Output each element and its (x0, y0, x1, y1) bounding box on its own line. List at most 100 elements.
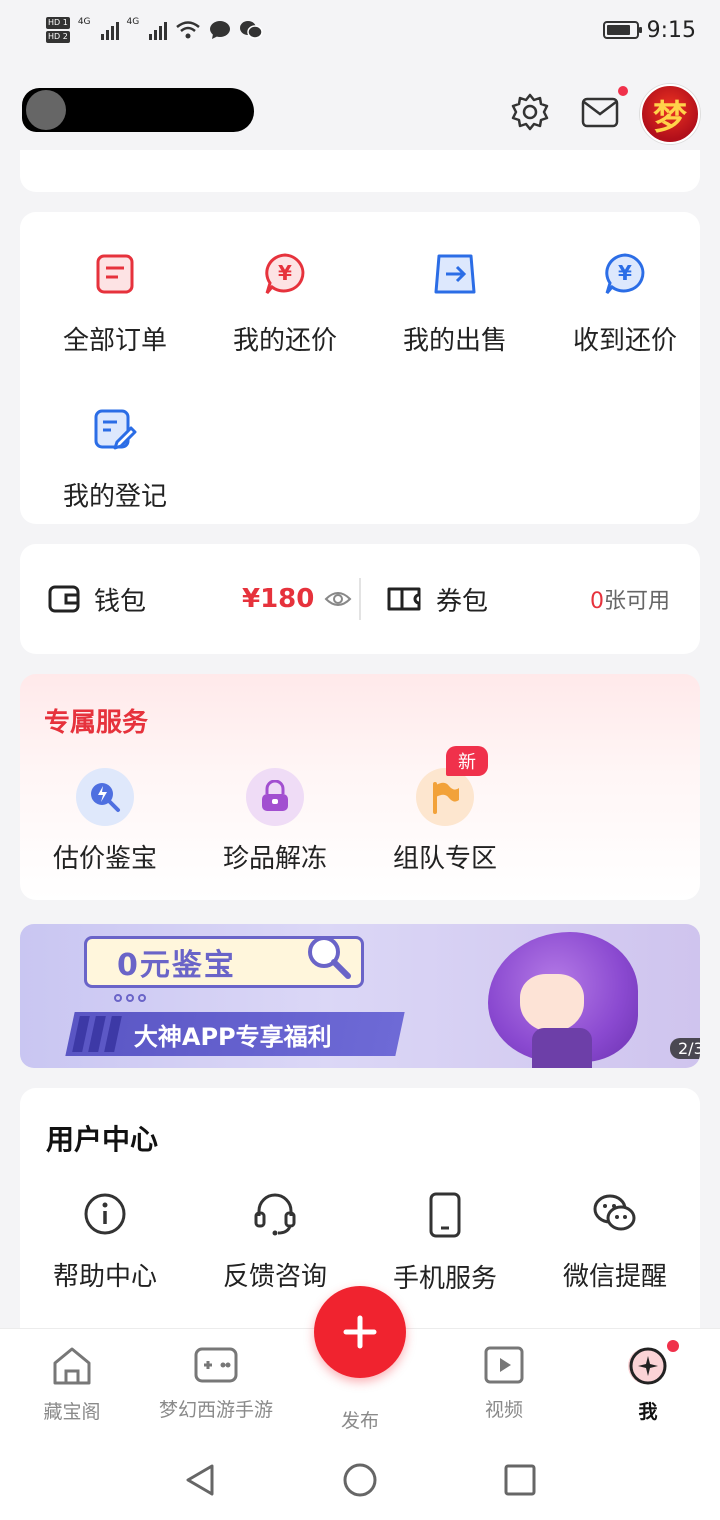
magnifier-icon (308, 936, 351, 979)
appraise-item[interactable]: 估价鉴宝 (20, 768, 190, 875)
sim-indicators: HD 1 HD 2 (46, 17, 70, 43)
tab-me-label: 我 (638, 1401, 658, 1423)
promo-banner[interactable]: 0元鉴宝 大神APP专享福利 2/3 (20, 924, 700, 1068)
sim2-label: HD 2 (46, 31, 70, 43)
gear-icon[interactable] (510, 92, 550, 132)
tab-video[interactable]: 视频 (432, 1345, 576, 1422)
banner-headline: 0元鉴宝 (117, 948, 236, 983)
network-label-2: 4G (126, 17, 140, 27)
game-avatar-glyph: 梦 (653, 97, 687, 138)
phone-icon (429, 1192, 461, 1238)
banner-character-face (520, 974, 584, 1032)
wallet-amount: ¥180 (242, 584, 315, 614)
coupon-suffix: 张可用 (604, 589, 671, 614)
received-counteroffer-item[interactable]: ¥ 收到还价 (540, 250, 710, 357)
sell-arrow-icon (431, 250, 479, 298)
system-nav-bar (0, 1440, 720, 1520)
coupon-count: 0 (590, 589, 604, 614)
exclusive-service-card: 专属服务 估价鉴宝 珍品解冻 组队专区 新 (20, 674, 700, 900)
coupon-count-text: 0张可用 (590, 583, 670, 615)
mail-unread-dot (618, 86, 628, 96)
my-counteroffer-item[interactable]: ¥ 我的还价 (200, 250, 370, 357)
team-zone-label: 组队专区 (392, 844, 497, 874)
help-center-label: 帮助中心 (52, 1262, 157, 1292)
tab-game-label: 梦幻西游手游 (158, 1399, 273, 1421)
wallet-entry[interactable]: 钱包 (48, 544, 146, 654)
wechat-icon (593, 1194, 636, 1231)
tab-me[interactable]: 我 (576, 1345, 720, 1424)
wechat-reminder-item[interactable]: 微信提醒 (530, 1192, 700, 1293)
gamepad-icon (194, 1347, 238, 1383)
user-avatar[interactable] (26, 90, 66, 130)
profile-header (0, 78, 720, 148)
orders-card: 全部订单 ¥ 我的还价 我的出售 ¥ 收到还价 我的登记 (20, 212, 700, 524)
new-badge: 新 (446, 746, 488, 776)
received-counteroffer-label: 收到还价 (572, 326, 677, 356)
my-register-item[interactable]: 我的登记 (30, 406, 200, 513)
flag-icon (416, 768, 474, 826)
wechat-reminder-label: 微信提醒 (562, 1262, 667, 1292)
register-edit-icon (91, 406, 139, 454)
battery-icon (602, 21, 642, 39)
info-icon (84, 1193, 126, 1235)
tab-video-label: 视频 (484, 1399, 523, 1421)
tab-home[interactable]: 藏宝阁 (0, 1345, 144, 1424)
banner-slogan: 大神APP专享福利 (134, 1022, 332, 1051)
appraise-label: 估价鉴宝 (52, 844, 157, 874)
banner-character-body (532, 1028, 592, 1068)
coupon-label: 券包 (436, 586, 489, 617)
my-sell-item[interactable]: 我的出售 (370, 250, 540, 357)
coupon-icon (387, 587, 421, 611)
back-icon[interactable] (182, 1462, 218, 1498)
unfreeze-item[interactable]: 珍品解冻 (190, 768, 360, 875)
status-right: 9:15 (602, 17, 696, 43)
my-counteroffer-label: 我的还价 (232, 326, 337, 356)
yuan-bubble-blue-icon: ¥ (601, 250, 649, 298)
coupon-entry[interactable]: 券包 (386, 544, 488, 654)
wallet-divider (359, 578, 361, 620)
unlock-icon (246, 768, 304, 826)
tab-home-label: 藏宝阁 (43, 1401, 101, 1423)
publish-button[interactable] (314, 1286, 406, 1378)
banner-dots (114, 994, 146, 1002)
chat-notification-icon (210, 21, 231, 39)
status-time: 9:15 (646, 17, 696, 43)
phone-service-item[interactable]: 手机服务 (360, 1192, 530, 1295)
wifi-icon (176, 21, 201, 39)
appraise-search-icon (76, 768, 134, 826)
help-center-item[interactable]: 帮助中心 (20, 1192, 190, 1293)
user-center-title: 用户中心 (46, 1123, 159, 1156)
home-icon (53, 1347, 91, 1385)
my-sell-label: 我的出售 (402, 326, 507, 356)
wallet-balance[interactable]: ¥180 (242, 544, 352, 654)
mail-icon[interactable] (580, 92, 620, 132)
feedback-label: 反馈咨询 (222, 1262, 327, 1292)
home-circle-icon[interactable] (342, 1462, 378, 1498)
feedback-item[interactable]: 反馈咨询 (190, 1192, 360, 1293)
wallet-icon (48, 585, 80, 613)
status-left: HD 1 HD 2 4G 4G (46, 17, 263, 43)
publish-label: 发布 (340, 1410, 379, 1432)
svg-text:¥: ¥ (278, 261, 292, 285)
banner-page-counter: 2/3 (670, 1038, 700, 1059)
order-all-item[interactable]: 全部订单 (30, 250, 200, 357)
service-title: 专属服务 (44, 708, 149, 738)
headset-icon (254, 1193, 296, 1236)
profile-icon (628, 1347, 667, 1385)
signal-icon (100, 20, 119, 40)
yuan-bubble-icon: ¥ (261, 250, 309, 298)
tab-me-unread-dot (667, 1340, 679, 1352)
plus-icon (343, 1315, 377, 1349)
profile-card-bottom (20, 150, 700, 192)
phone-service-label: 手机服务 (392, 1264, 497, 1294)
team-zone-item[interactable]: 组队专区 (360, 768, 530, 875)
video-icon (484, 1346, 524, 1384)
eye-icon[interactable] (324, 589, 352, 609)
coupon-availability[interactable]: 0张可用 (590, 544, 670, 654)
tab-game[interactable]: 梦幻西游手游 (144, 1345, 288, 1422)
game-avatar[interactable]: 梦 (640, 84, 700, 144)
my-register-label: 我的登记 (62, 482, 167, 512)
sim1-label: HD 1 (46, 17, 70, 29)
signal-icon-2 (149, 20, 168, 40)
recents-icon[interactable] (502, 1462, 538, 1498)
